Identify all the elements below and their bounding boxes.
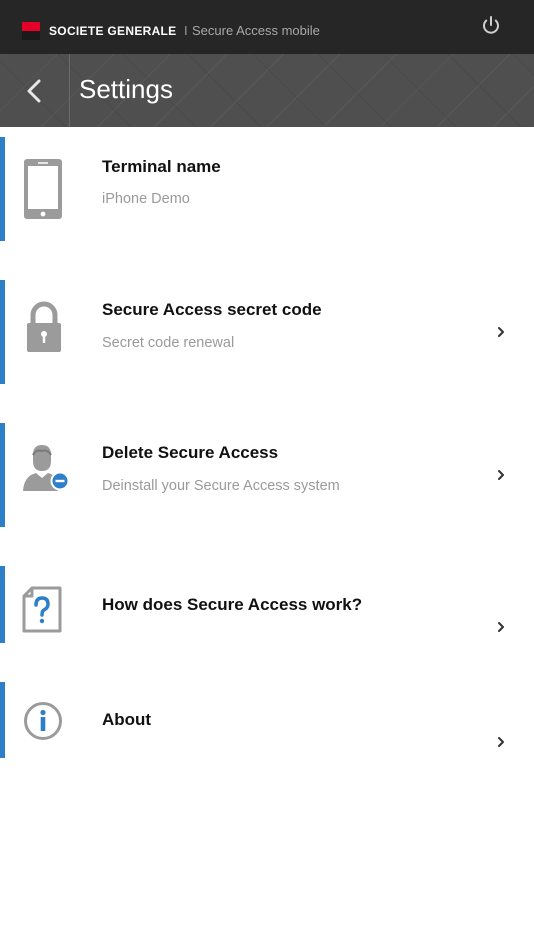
accent-bar [0,566,5,643]
settings-item-about[interactable]: About [0,682,534,758]
power-button[interactable] [478,12,504,40]
item-subtitle: Secret code renewal [102,335,235,351]
header-divider [69,54,70,127]
item-subtitle: Deinstall your Secure Access system [102,478,340,494]
societe-generale-logo [22,22,40,40]
brand-bar: SOCIETE GENERALE I Secure Access mobile [0,0,534,54]
help-document-icon [22,586,62,633]
chevron-right-icon [498,622,504,632]
item-title: Delete Secure Access [102,443,279,462]
accent-bar [0,280,5,384]
page-title: Settings [79,74,173,104]
settings-item-how-it-works[interactable]: How does Secure Access work? [0,566,534,643]
item-subtitle: iPhone Demo [102,191,190,207]
chevron-right-icon [498,737,504,747]
settings-item-secret-code[interactable]: Secure Access secret code Secret code re… [0,280,534,384]
item-title: Secure Access secret code [102,300,322,319]
accent-bar [0,137,5,241]
back-button[interactable] [0,54,69,127]
brand-separator: I [184,23,188,38]
chevron-right-icon [498,470,504,480]
app-name: Secure Access mobile [192,23,320,38]
smartphone-icon [24,159,62,219]
item-title: About [102,710,152,729]
item-title: Terminal name [102,157,221,176]
padlock-icon [27,301,61,352]
chevron-right-icon [498,327,504,337]
power-icon [483,16,499,34]
accent-bar [0,423,5,527]
settings-item-terminal-name[interactable]: Terminal name iPhone Demo [0,137,534,241]
settings-item-delete-secure-access[interactable]: Delete Secure Access Deinstall your Secu… [0,423,534,527]
info-icon [24,702,62,740]
accent-bar [0,682,5,758]
chevron-left-icon [27,79,41,103]
user-remove-icon [23,445,70,491]
item-title: How does Secure Access work? [102,595,363,614]
brand-name: SOCIETE GENERALE [49,24,177,38]
page-header: Settings [0,54,534,127]
